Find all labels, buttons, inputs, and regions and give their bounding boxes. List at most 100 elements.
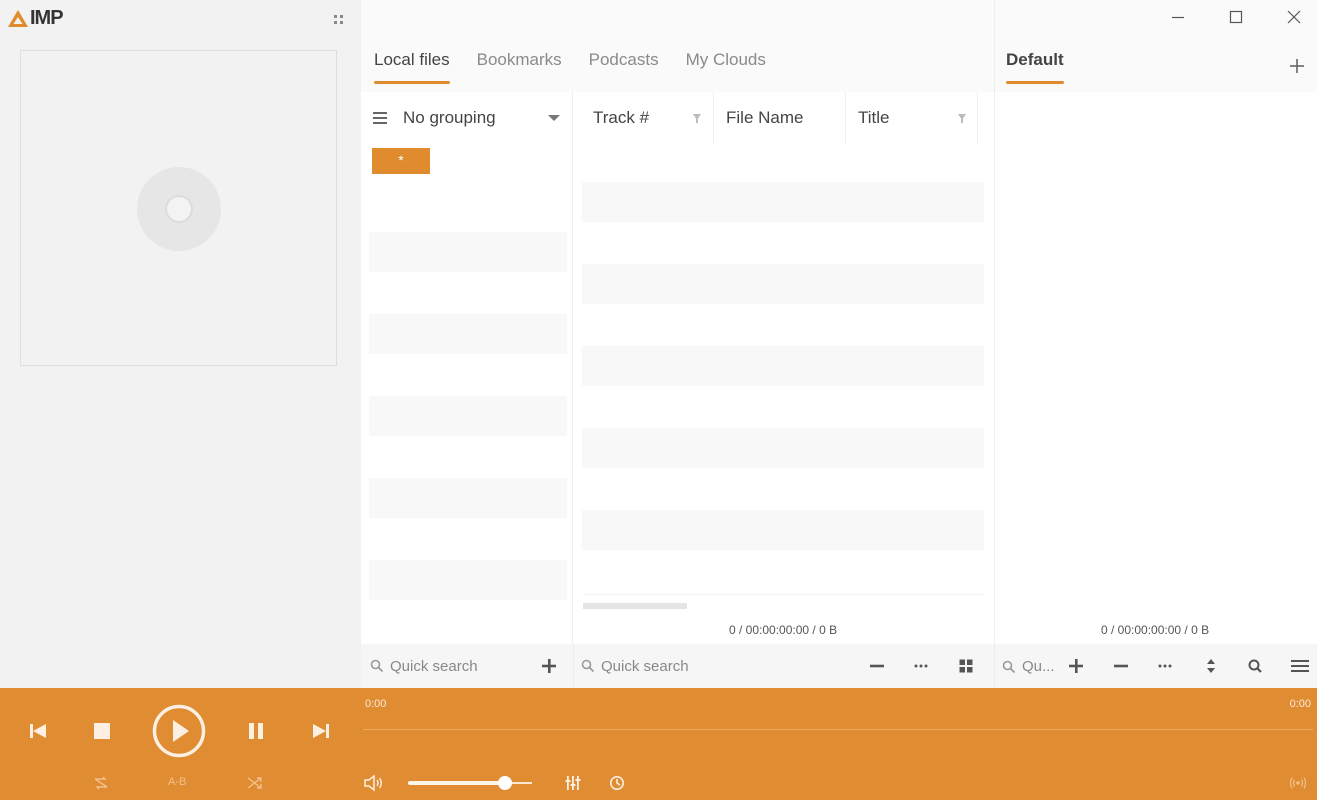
tab-bookmarks[interactable]: Bookmarks: [477, 50, 562, 84]
group-placeholder-row: [369, 232, 567, 272]
repeat-icon: [94, 776, 108, 790]
track-placeholder-row: [582, 264, 984, 304]
column-header-file-name[interactable]: File Name: [714, 92, 846, 144]
view-mode-button[interactable]: [955, 655, 977, 677]
sort-button[interactable]: [1200, 655, 1222, 677]
grouping-selector[interactable]: No grouping: [361, 92, 572, 144]
search-icon: [1002, 660, 1016, 673]
horizontal-scrollbar[interactable]: [583, 603, 687, 609]
search-placeholder: Quick search: [390, 657, 478, 675]
maximize-button[interactable]: [1225, 6, 1247, 28]
column-header-track[interactable]: Track #: [573, 92, 714, 144]
playlist-bottom-bar: Qu...: [995, 644, 1317, 688]
tab-local-files[interactable]: Local files: [374, 50, 450, 84]
column-headers: Track # File Name Title: [573, 92, 994, 144]
play-button[interactable]: [151, 703, 207, 759]
equalizer-button[interactable]: [562, 772, 584, 794]
more-button[interactable]: [910, 655, 932, 677]
stop-button[interactable]: [90, 719, 114, 743]
add-folder-button[interactable]: [538, 655, 560, 677]
menu-icon: [373, 112, 387, 124]
remove-button[interactable]: [866, 655, 888, 677]
plus-icon: [542, 659, 556, 673]
volume-fill: [408, 781, 505, 785]
grouping-column: No grouping *: [361, 92, 573, 644]
plus-icon: [1290, 59, 1304, 73]
seek-bar[interactable]: [363, 729, 1313, 730]
search-icon: [581, 659, 595, 673]
playlist-panel: Default 0 / 00:00:00:00 / 0 B Qu...: [994, 0, 1317, 688]
tab-playlist-default[interactable]: Default: [1006, 50, 1064, 84]
library-bottom-bar: Quick search Quick search: [361, 644, 994, 688]
pause-icon: [249, 723, 263, 739]
search-icon: [1248, 659, 1262, 673]
add-playlist-button[interactable]: [1286, 55, 1308, 77]
sort-icon: [1207, 659, 1215, 673]
playlist-more-button[interactable]: [1154, 655, 1176, 677]
tab-podcasts[interactable]: Podcasts: [589, 50, 659, 84]
scheduler-button[interactable]: [606, 772, 628, 794]
group-placeholder-row: [369, 314, 567, 354]
skip-forward-icon: [313, 724, 329, 738]
playlist-tabs: Default: [993, 50, 1078, 84]
minus-icon: [1114, 664, 1128, 668]
minus-icon: [870, 664, 884, 668]
tab-my-clouds[interactable]: My Clouds: [686, 50, 766, 84]
previous-button[interactable]: [26, 719, 50, 743]
filter-icon[interactable]: [958, 114, 966, 123]
album-art: [20, 50, 337, 366]
play-icon: [152, 704, 206, 758]
add-files-button[interactable]: [1065, 655, 1087, 677]
filter-icon[interactable]: [693, 114, 701, 123]
grid-icon: [959, 659, 973, 673]
pause-button[interactable]: [244, 719, 268, 743]
minimize-icon: [1172, 16, 1184, 19]
group-placeholder-row: [369, 396, 567, 436]
next-button[interactable]: [309, 719, 333, 743]
playlist-menu-button[interactable]: [1289, 655, 1311, 677]
group-placeholder-row: [369, 560, 567, 600]
time-total: 0:00: [1289, 698, 1311, 710]
logo-triangle-icon: [8, 9, 28, 27]
maximize-icon: [1229, 10, 1243, 24]
group-search-input[interactable]: Quick search: [370, 658, 478, 675]
track-placeholder-row: [582, 182, 984, 222]
column-label: Title: [858, 108, 890, 127]
track-placeholder-row: [582, 346, 984, 386]
drag-grip-icon[interactable]: [333, 13, 345, 25]
playlist-body: 0 / 00:00:00:00 / 0 B: [995, 92, 1317, 644]
search-placeholder: Qu...: [1022, 658, 1055, 675]
logo-text: IMP: [30, 6, 64, 29]
track-placeholder-row: [582, 510, 984, 550]
track-placeholder-row: [582, 428, 984, 468]
remove-files-button[interactable]: [1110, 655, 1132, 677]
shuffle-button[interactable]: [246, 774, 264, 792]
column-label: File Name: [726, 108, 804, 127]
track-list: Track # File Name Title 0 / 00:00:00:00 …: [573, 92, 994, 644]
radio-broadcast-button[interactable]: [1288, 774, 1308, 792]
search-icon: [370, 659, 384, 673]
volume-slider[interactable]: [408, 776, 532, 790]
mute-button[interactable]: [362, 772, 386, 794]
player-bar: A-B 0:00 0:00: [0, 688, 1317, 800]
close-button[interactable]: [1283, 6, 1305, 28]
track-search-input[interactable]: Quick search: [581, 658, 689, 675]
all-group-item[interactable]: *: [372, 148, 430, 174]
ab-repeat-button[interactable]: A-B: [168, 776, 186, 788]
clock-icon: [610, 776, 624, 790]
volume-knob[interactable]: [498, 776, 512, 790]
library-status: 0 / 00:00:00:00 / 0 B: [729, 623, 838, 637]
repeat-button[interactable]: [92, 774, 110, 792]
minimize-button[interactable]: [1167, 6, 1189, 28]
find-button[interactable]: [1244, 655, 1266, 677]
divider: [573, 644, 574, 688]
library-tabs: Local files Bookmarks Podcasts My Clouds: [361, 50, 780, 84]
playlist-search-input[interactable]: Qu...: [1002, 658, 1055, 675]
column-header-title[interactable]: Title: [846, 92, 978, 144]
search-placeholder: Quick search: [601, 657, 689, 675]
plus-icon: [1069, 659, 1083, 673]
app-logo: IMP: [8, 6, 64, 29]
close-icon: [1287, 10, 1301, 24]
skip-back-icon: [30, 724, 46, 738]
disc-placeholder-icon: [137, 167, 221, 251]
